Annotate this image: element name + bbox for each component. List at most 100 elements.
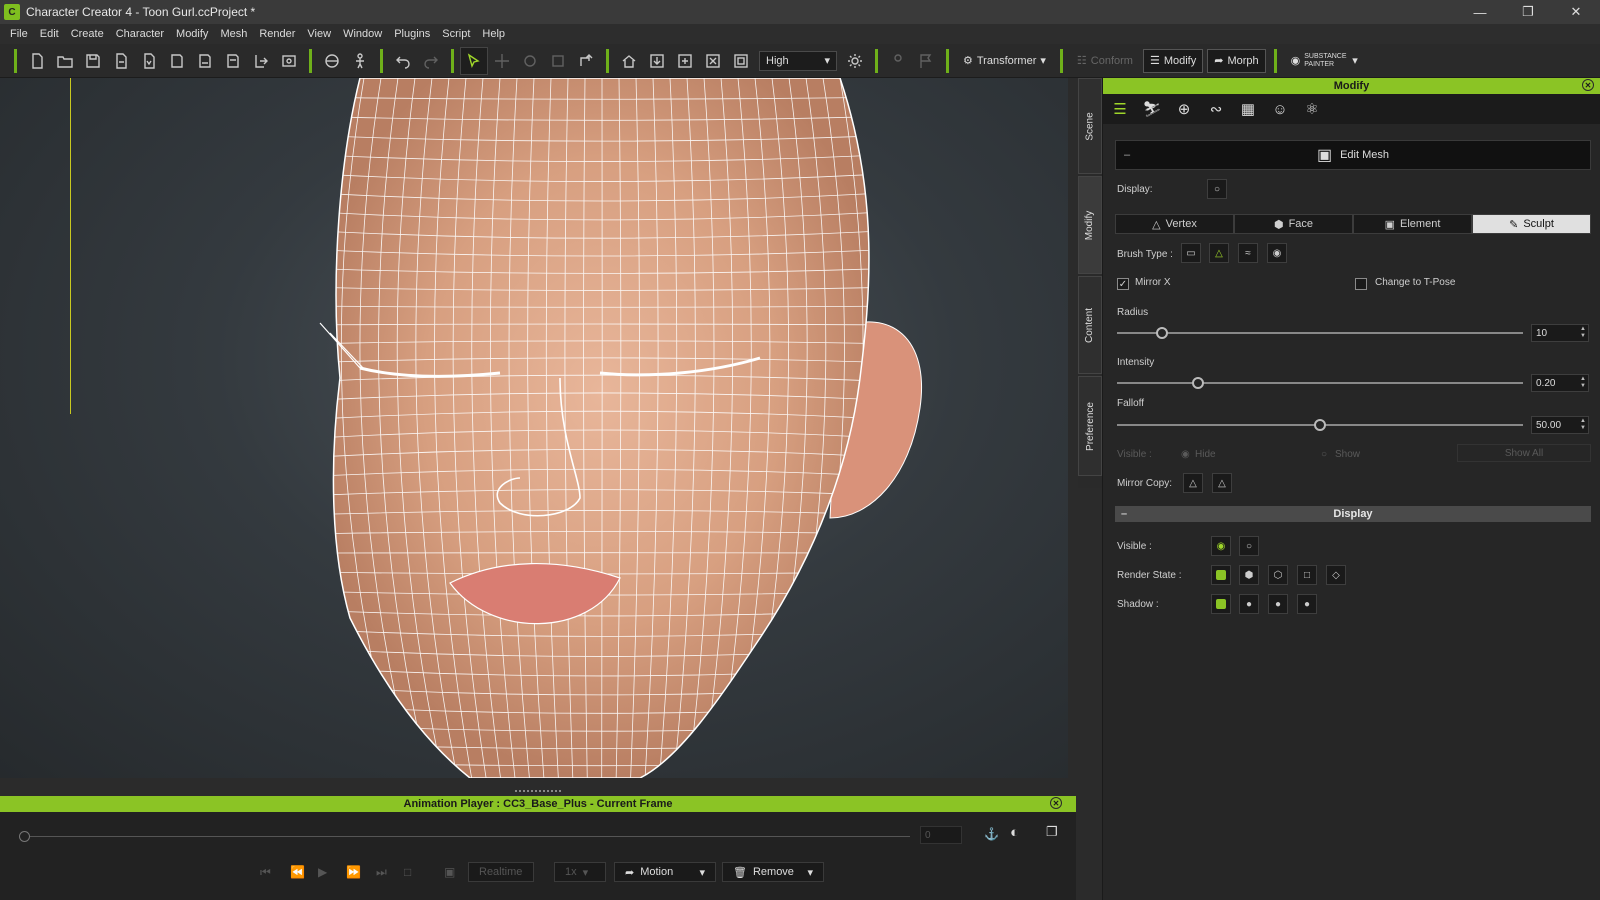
drop-to-ground-icon[interactable] <box>643 47 671 75</box>
tab-face[interactable]: ⬢ Face <box>1234 214 1353 234</box>
spinner-icon[interactable]: ▲ ▼ <box>1580 326 1586 340</box>
realtime-toggle[interactable]: Realtime <box>468 862 534 882</box>
tab-content[interactable]: Content <box>1078 276 1102 374</box>
export-icon[interactable] <box>247 47 275 75</box>
intensity-slider-handle[interactable] <box>1192 377 1205 389</box>
tab-scene[interactable]: Scene <box>1078 78 1102 174</box>
speed-select[interactable]: 1x ▾ <box>554 862 606 882</box>
menu-modify[interactable]: Modify <box>170 28 214 40</box>
spinner-icon[interactable]: ▲ ▼ <box>1580 418 1586 432</box>
menu-render[interactable]: Render <box>253 28 301 40</box>
puppet-icon[interactable] <box>884 47 912 75</box>
render-hidden-icon[interactable]: ◇ <box>1326 565 1346 585</box>
modify-button[interactable]: ☰ Modify <box>1142 48 1204 73</box>
panel-splitter[interactable] <box>515 790 561 794</box>
tab-sculpt[interactable]: ✎ Sculpt <box>1472 214 1591 234</box>
tab-modify[interactable]: Modify <box>1078 176 1102 274</box>
shadow-none-icon[interactable]: ● <box>1297 594 1317 614</box>
timeline-track[interactable] <box>24 836 910 837</box>
world-icon[interactable] <box>318 47 346 75</box>
bone-icon[interactable]: ⊕ <box>1171 96 1197 122</box>
render-bounding-box-icon[interactable]: □ <box>1297 565 1317 585</box>
pivot-icon[interactable] <box>572 47 600 75</box>
loop-icon[interactable]: □ <box>404 862 411 882</box>
morph-button[interactable]: ➦ Morph <box>1207 48 1266 73</box>
puppet-icon[interactable]: ⚓ <box>984 824 999 844</box>
radius-input[interactable]: 10 ▲ ▼ <box>1531 324 1589 342</box>
menu-file[interactable]: File <box>4 28 34 40</box>
radius-slider-handle[interactable] <box>1155 327 1168 339</box>
physics-icon[interactable]: ⚛ <box>1299 96 1325 122</box>
menu-mesh[interactable]: Mesh <box>214 28 253 40</box>
collapse-icon[interactable]: – <box>1124 149 1130 161</box>
camera-switch-icon[interactable]: ◐ <box>1010 822 1019 842</box>
import-fbx-icon[interactable] <box>191 47 219 75</box>
light-icon[interactable] <box>841 47 869 75</box>
redo-icon[interactable] <box>417 47 445 75</box>
menu-plugins[interactable]: Plugins <box>388 28 436 40</box>
mirror-x-checkbox[interactable]: ✓ <box>1117 278 1129 290</box>
eye-open-icon[interactable]: ◉ <box>1211 536 1231 556</box>
tab-element[interactable]: ▣ Element <box>1353 214 1472 234</box>
checker-texture-icon[interactable]: ▦ <box>1235 96 1261 122</box>
menu-create[interactable]: Create <box>65 28 110 40</box>
close-icon[interactable]: ✕ <box>1552 0 1600 24</box>
head-icon[interactable]: ☺ <box>1267 96 1293 122</box>
sliders-icon[interactable]: ☰ <box>1107 96 1133 122</box>
menu-view[interactable]: View <box>301 28 337 40</box>
tab-preference[interactable]: Preference <box>1078 376 1102 476</box>
import-project-icon[interactable] <box>135 47 163 75</box>
move-icon[interactable] <box>488 47 516 75</box>
render-wireframe-icon[interactable]: ⬡ <box>1268 565 1288 585</box>
minimize-icon[interactable]: — <box>1456 0 1504 24</box>
frame-input[interactable]: 0 <box>920 826 962 844</box>
restore-icon[interactable]: ❐ <box>1504 0 1552 24</box>
camera-view-icon[interactable] <box>727 47 755 75</box>
select-arrow-icon[interactable] <box>460 46 488 75</box>
undo-icon[interactable] <box>389 47 417 75</box>
shadow-cast-icon[interactable]: ● <box>1239 594 1259 614</box>
close-icon[interactable]: ✕ <box>1582 79 1594 91</box>
play-icon[interactable]: ▶ <box>318 862 327 882</box>
render-smooth-icon[interactable] <box>1211 565 1231 585</box>
new-file-icon[interactable] <box>23 47 51 75</box>
publish-icon[interactable] <box>275 47 303 75</box>
brush-smooth-icon[interactable]: ≈ <box>1238 243 1258 263</box>
change-tpose-checkbox[interactable] <box>1355 278 1367 290</box>
menu-window[interactable]: Window <box>337 28 388 40</box>
3d-viewport[interactable] <box>0 78 1068 778</box>
import-usd-icon[interactable] <box>219 47 247 75</box>
eye-closed-icon[interactable]: ○ <box>1207 179 1227 199</box>
menu-script[interactable]: Script <box>436 28 476 40</box>
import-icon[interactable] <box>107 47 135 75</box>
center-icon[interactable] <box>671 47 699 75</box>
conform-button[interactable]: ☷ Conform <box>1071 49 1139 73</box>
radius-slider-track[interactable] <box>1117 332 1523 334</box>
transformer-button[interactable]: ⚙ Transformer ▾ <box>957 49 1052 73</box>
intensity-slider-track[interactable] <box>1117 382 1523 384</box>
spinner-icon[interactable]: ▲ ▼ <box>1580 376 1586 390</box>
remove-button[interactable]: 🗑 Remove ▾ <box>722 862 824 882</box>
scale-icon[interactable] <box>544 47 572 75</box>
render-faceted-icon[interactable]: ⬢ <box>1239 565 1259 585</box>
brush-inflate-icon[interactable]: △ <box>1209 243 1229 263</box>
collapse-icon[interactable]: – <box>1121 508 1127 520</box>
mirror-left-icon[interactable]: △ <box>1183 473 1203 493</box>
save-icon[interactable] <box>79 47 107 75</box>
display-section-header[interactable]: – Display <box>1115 506 1591 522</box>
shadow-receive-icon[interactable]: ● <box>1268 594 1288 614</box>
detach-window-icon[interactable]: ❐ <box>1046 822 1058 842</box>
eye-closed-icon[interactable]: ○ <box>1239 536 1259 556</box>
record-icon[interactable]: ▣ <box>444 862 455 882</box>
close-icon[interactable]: ✕ <box>1050 797 1062 809</box>
previous-frame-icon[interactable]: ⏪ <box>290 862 305 882</box>
go-to-end-icon[interactable]: ⏭ <box>376 862 387 882</box>
home-camera-icon[interactable] <box>615 47 643 75</box>
show-radio-icon[interactable]: ○ <box>1321 449 1327 460</box>
render-quality-select[interactable]: High ▾ <box>759 50 837 71</box>
intensity-input[interactable]: 0.20 ▲ ▼ <box>1531 374 1589 392</box>
edit-mesh-header[interactable]: – ▣ Edit Mesh <box>1115 140 1591 170</box>
pose-icon[interactable]: ⛷ <box>1139 96 1165 122</box>
import-obj-icon[interactable] <box>163 47 191 75</box>
character-pose-icon[interactable] <box>346 47 374 75</box>
